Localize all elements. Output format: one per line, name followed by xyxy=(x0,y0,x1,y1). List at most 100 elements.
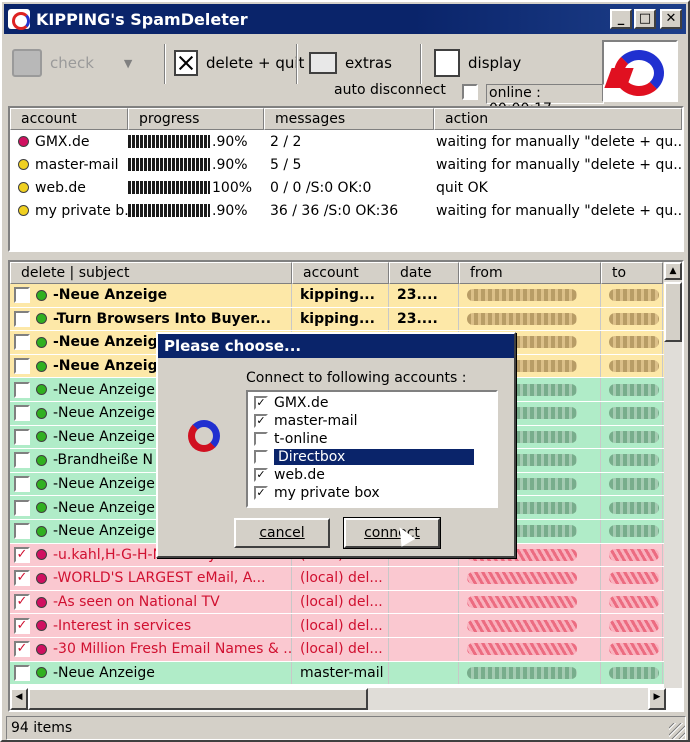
mail-subject: -Neue Anzeige xyxy=(53,523,155,540)
account-checkbox[interactable]: ✓ xyxy=(254,396,268,410)
status-dot-icon xyxy=(36,549,47,561)
delete-checkbox[interactable] xyxy=(14,381,30,398)
delete-checkbox[interactable] xyxy=(14,310,30,327)
mail-row[interactable]: -Neue Anzeige kipping... 23.... xyxy=(10,284,682,308)
app-logo xyxy=(602,40,678,102)
minimize-button[interactable]: _ xyxy=(610,9,632,29)
mail-subject: -Neue Anzeige xyxy=(53,499,155,516)
mail-row[interactable]: ✓ -Interest in services (local) del... xyxy=(10,614,682,638)
progress-bar xyxy=(128,158,210,171)
mail-date xyxy=(389,637,459,661)
action-status: waiting for manually "delete + qu... xyxy=(436,133,682,150)
maximize-button[interactable]: □ xyxy=(634,9,656,29)
delete-checkbox[interactable] xyxy=(14,452,30,469)
account-row[interactable]: GMX.de .90% 2 / 2 waiting for manually "… xyxy=(10,130,682,153)
blurred-to xyxy=(609,430,659,443)
account-option[interactable]: ✓ my private box xyxy=(250,484,494,502)
chevron-down-icon[interactable]: ▼ xyxy=(124,57,132,70)
delete-checkbox[interactable] xyxy=(14,428,30,445)
cancel-button[interactable]: cancel xyxy=(234,518,330,548)
mail-row[interactable]: ✓ -WORLD'S LARGEST eMail, A... (local) de… xyxy=(10,567,682,591)
progress-bar xyxy=(128,135,210,148)
blurred-to xyxy=(609,619,659,632)
mail-row[interactable]: -Neue Anzeige master-mail xyxy=(10,661,682,686)
resize-grip[interactable] xyxy=(669,723,685,739)
extras-button[interactable]: extras xyxy=(309,46,392,80)
blurred-to xyxy=(609,407,659,420)
delete-checkbox[interactable]: ✓ xyxy=(14,570,30,587)
close-button[interactable]: ✕ xyxy=(660,9,682,29)
column-header-account[interactable]: account xyxy=(10,108,128,130)
delete-checkbox[interactable] xyxy=(14,405,30,422)
status-dot-icon xyxy=(36,360,47,372)
mail-subject: -Neue Anzeige xyxy=(53,358,168,375)
column-header-account[interactable]: account xyxy=(292,262,389,284)
mail-row[interactable]: ✓ -As seen on National TV (local) del... xyxy=(10,590,682,615)
mail-subject: -Neue Anzeige xyxy=(53,476,155,493)
mail-date xyxy=(389,590,459,614)
progress-value: .90% xyxy=(212,133,248,150)
delete-checkbox[interactable]: ✓ xyxy=(14,594,30,611)
delete-checkbox[interactable] xyxy=(14,287,30,304)
mail-row[interactable]: -Turn Browsers Into Buyer... kipping... … xyxy=(10,307,682,332)
blurred-from xyxy=(467,289,577,302)
mail-subject: -30 Million Fresh Email Names & ... xyxy=(53,641,292,658)
vertical-scrollbar[interactable]: ▲ xyxy=(664,262,682,688)
column-header-action[interactable]: action xyxy=(434,108,682,130)
toolbar-divider xyxy=(164,44,166,84)
delete-checkbox[interactable]: ✓ xyxy=(14,546,30,563)
delete-quit-label: delete + quit xyxy=(206,54,305,72)
column-header-subject[interactable]: delete | subject xyxy=(10,262,292,284)
auto-disconnect-checkbox[interactable] xyxy=(462,84,478,100)
account-row[interactable]: master-mail .90% 5 / 5 waiting for manua… xyxy=(10,153,682,176)
delete-checkbox[interactable] xyxy=(14,499,30,516)
delete-checkbox[interactable] xyxy=(14,358,30,375)
mail-account: (local) del... xyxy=(292,637,389,661)
column-header-from[interactable]: from xyxy=(459,262,601,284)
status-dot-icon xyxy=(36,431,47,443)
title-bar[interactable]: KIPPING's SpamDeleter _ □ ✕ xyxy=(4,4,686,34)
delete-checkbox[interactable] xyxy=(14,523,30,540)
horizontal-scrollbar[interactable]: ◀ ▶ xyxy=(10,688,666,710)
account-checkbox[interactable] xyxy=(254,432,268,446)
account-checkbox[interactable]: ✓ xyxy=(254,486,268,500)
dialog-title[interactable]: Please choose... xyxy=(158,334,514,358)
online-timer: online : 00:00:17 xyxy=(486,84,604,117)
account-row[interactable]: my private b.. .90% 36 / 36 /S:0 OK:36 w… xyxy=(10,199,682,222)
scroll-right-arrow[interactable]: ▶ xyxy=(648,688,666,710)
account-checkbox[interactable]: ✓ xyxy=(254,414,268,428)
account-option[interactable]: ✓ web.de xyxy=(250,466,494,484)
column-header-progress[interactable]: progress xyxy=(128,108,264,130)
account-option[interactable]: Directbox xyxy=(250,448,494,466)
blurred-to xyxy=(609,525,659,538)
account-option[interactable]: ✓ GMX.de xyxy=(250,394,494,412)
blurred-from xyxy=(467,666,577,679)
app-icon xyxy=(8,9,30,30)
scroll-thumb[interactable] xyxy=(664,282,682,342)
mail-row[interactable]: ✓ -30 Million Fresh Email Names & ... (lo… xyxy=(10,637,682,662)
account-row[interactable]: web.de 100% 0 / 0 /S:0 OK:0 quit OK xyxy=(10,176,682,199)
progress-bar xyxy=(128,204,210,217)
delete-checkbox[interactable] xyxy=(14,476,30,493)
account-option[interactable]: t-online xyxy=(250,430,494,448)
delete-quit-button[interactable]: delete + quit xyxy=(174,46,304,80)
status-dot-icon xyxy=(36,620,47,632)
check-button[interactable]: check ▼ xyxy=(12,46,132,80)
column-header-messages[interactable]: messages xyxy=(264,108,434,130)
account-checkbox[interactable]: ✓ xyxy=(254,468,268,482)
delete-checkbox[interactable] xyxy=(14,334,30,351)
scroll-left-arrow[interactable]: ◀ xyxy=(10,688,28,710)
delete-checkbox[interactable]: ✓ xyxy=(14,617,30,634)
delete-checkbox[interactable] xyxy=(14,664,30,681)
blurred-from xyxy=(467,312,577,325)
display-button[interactable]: display xyxy=(434,46,521,80)
column-header-date[interactable]: date xyxy=(389,262,459,284)
blurred-to xyxy=(609,666,659,679)
connect-button[interactable]: connect xyxy=(343,517,441,549)
delete-checkbox[interactable]: ✓ xyxy=(14,641,30,658)
column-header-to[interactable]: to xyxy=(601,262,663,284)
scroll-up-arrow[interactable]: ▲ xyxy=(664,262,682,280)
hscroll-thumb[interactable] xyxy=(28,688,368,710)
account-checkbox[interactable] xyxy=(254,450,268,464)
account-option[interactable]: ✓ master-mail xyxy=(250,412,494,430)
